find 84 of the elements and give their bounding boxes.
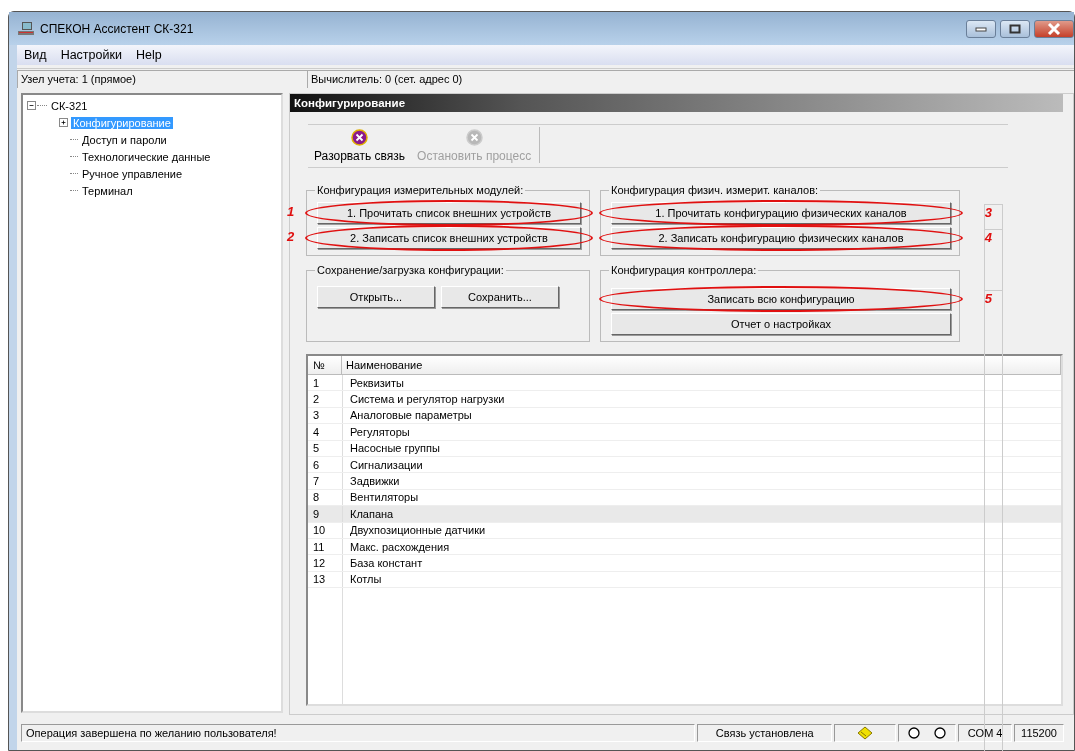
table-cell: Задвижки [342,473,400,489]
computer-icon [17,20,35,37]
table-row[interactable]: 1 Реквизиты [308,375,1061,392]
table-cell-text: 3 [312,409,321,422]
maximize-icon [1009,23,1021,34]
table-cell-text: 1 [312,376,321,389]
column-header[interactable]: № [308,356,342,374]
action-button[interactable]: Записать всю конфигурацию [611,288,951,310]
annotation-number: 2 [287,229,295,244]
window-title: СПЕКОН Ассистент СК-321 [40,21,194,36]
action-button[interactable]: 2. Записать список внешних устройств [317,227,581,249]
connection-status: Связь установлена [697,724,833,742]
table-row[interactable]: 5 Насосные группы [308,440,1061,457]
action-button[interactable]: Сохранить... [441,286,559,308]
collapse-box-icon[interactable] [27,101,36,110]
action-button[interactable]: 1. Прочитать список внешних устройств [317,202,581,224]
group-title: Конфигурация физич. измерит. каналов: [610,184,820,196]
port-status: COM 4 [958,724,1013,742]
table-cell: Система и регулятор нагрузки [342,391,505,407]
toolbar-button[interactable]: Разорвать связь [308,127,412,163]
close-icon [1047,22,1061,35]
table-row[interactable]: 12 База констант [308,555,1061,572]
baud-status: 115200 [1014,724,1064,742]
info-text: Вычислитель: 0 (сет. адрес 0) [307,70,1074,88]
action-button[interactable]: Отчет о настройках [611,313,951,335]
expand-box-icon[interactable] [59,118,68,127]
action-button[interactable]: 1. Прочитать конфигурацию физических каналов [611,202,951,224]
tree-item[interactable]: СК-321 [49,99,90,112]
table-cell-text: 5 [312,442,321,455]
info-text: Узел учета: 1 (прямое) [17,70,307,88]
table-cell: Насосные группы [342,440,440,456]
panel-title: Конфигурирование [290,94,1063,112]
table-cell: Реквизиты [342,375,404,391]
tree-item[interactable]: Доступ и пароли [80,133,169,146]
table-cell: Макс. расхождения [342,538,450,555]
table-cell-text: 8 [312,491,321,504]
table-cell-text: 13 [312,573,327,586]
table-cell: Двухпозиционные датчики [342,522,486,538]
group-title: Сохранение/загрузка конфигурации: [316,264,505,276]
tree-item[interactable]: Ручное управление [80,167,185,180]
table-row[interactable]: 11 Макс. расхождения [308,538,1061,556]
indicator-circle-icon [934,727,947,739]
table-row[interactable]: 9 Клапана [308,506,1061,523]
group-title: Конфигурация измерительных модулей: [316,184,525,196]
menu-item[interactable]: Help [128,48,169,62]
action-button[interactable]: 2. Записать конфигурацию физических каналов [611,227,951,249]
table-cell-text: 12 [312,557,327,569]
table-cell-text: 6 [312,458,321,471]
tree-item[interactable]: Технологические данные [80,150,213,163]
table-cell-text: 11 [312,540,326,553]
table-row[interactable]: 7 Задвижки [308,473,1061,490]
table-cell: Вентиляторы [342,489,419,506]
table-cell-text: 4 [312,425,321,438]
table-row[interactable]: 13 Котлы [308,571,1061,589]
table-cell-text: 10 [312,524,327,537]
table-cell: База констант [342,555,423,571]
table-cell-text: 7 [312,475,321,488]
maximize-button[interactable] [1000,19,1030,38]
minimize-icon [975,25,987,32]
tree-item[interactable]: Терминал [80,184,135,197]
diamond-icon [857,726,874,740]
close-circle-icon [465,129,483,146]
table-row[interactable]: 2 Система и регулятор нагрузки [308,391,1061,408]
table-row[interactable]: 4 Регуляторы [308,424,1061,441]
table-row[interactable]: 10 Двухпозиционные датчики [308,522,1061,539]
action-button[interactable]: Открыть... [317,286,435,308]
indicator-circle-icon [908,727,921,739]
table-cell: Аналоговые параметры [342,407,472,424]
menu-item[interactable]: Вид [17,48,54,62]
group-title: Конфигурация контроллера: [610,264,758,276]
column-header[interactable]: Наименование [342,356,1061,374]
table-row[interactable]: 3 Аналоговые параметры [308,407,1061,425]
table-cell: Сигнализации [342,456,423,473]
table-cell-text: 9 [312,507,321,520]
status-message: Операция завершена по желанию пользователя! [21,724,696,742]
close-button[interactable] [1034,19,1074,38]
close-circle-icon [351,129,369,146]
table-cell-text: 2 [312,393,321,406]
table-cell: Котлы [342,571,382,588]
table-cell: Регуляторы [342,424,410,440]
table-cell: Клапана [342,506,394,522]
menu-item[interactable]: Настройки [53,48,129,62]
annotation-number: 1 [287,204,295,219]
table-row[interactable]: 6 Сигнализации [308,456,1061,474]
